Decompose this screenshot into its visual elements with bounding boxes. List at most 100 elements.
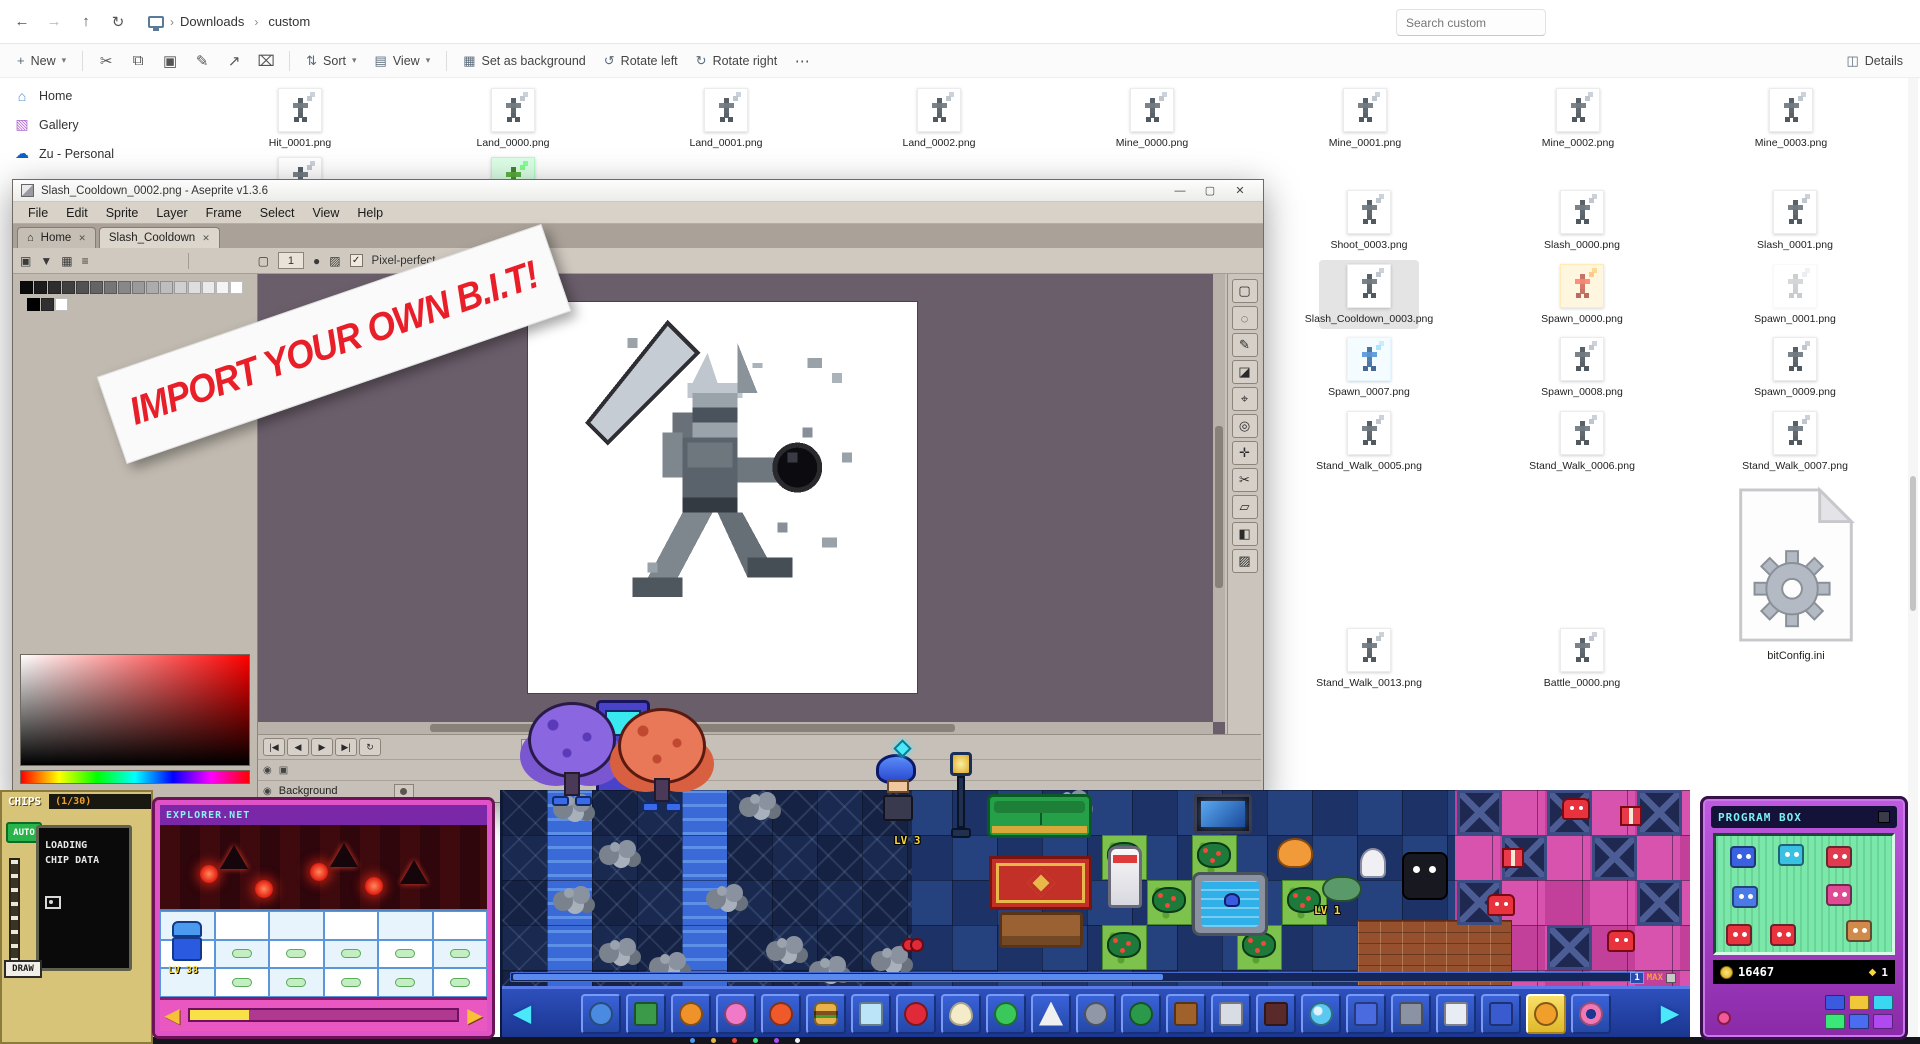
eye-icon[interactable]: ◉: [263, 765, 272, 776]
new-button[interactable]: + New ▾: [8, 48, 75, 73]
menu-select[interactable]: Select: [251, 204, 304, 222]
battle-left-arrow[interactable]: ◀: [160, 1003, 184, 1028]
file-item-slash-cooldown-0003-png[interactable]: Slash_Cooldown_0003.png: [1319, 260, 1419, 329]
palette-swatch[interactable]: [20, 281, 33, 294]
hotbar-slot-wood-crate[interactable]: [1166, 994, 1206, 1034]
lock-icon[interactable]: [1666, 973, 1676, 983]
rotate-right-button[interactable]: ↻ Rotate right: [687, 48, 787, 74]
file-item-spawn-0000-png[interactable]: Spawn_0000.png: [1532, 260, 1632, 329]
paste-button[interactable]: ▣: [154, 45, 186, 77]
taskbar[interactable]: [0, 1037, 1920, 1044]
program-box-menu-button[interactable]: [1878, 811, 1890, 823]
hotbar-slot-door[interactable]: [1211, 994, 1251, 1034]
file-item-stand-walk-0005-png[interactable]: Stand_Walk_0005.png: [1319, 407, 1419, 476]
close-icon[interactable]: ✕: [202, 233, 210, 244]
btn-blue2[interactable]: [1849, 1014, 1869, 1029]
hotbar-slot-peach[interactable]: [1526, 994, 1566, 1034]
game-map[interactable]: LV 3 LV 1 1 MAX ◀ ▶: [500, 790, 1690, 1038]
copy-button[interactable]: ⧉: [122, 45, 154, 77]
maximize-button[interactable]: ▢: [1195, 181, 1225, 201]
share-button[interactable]: ↗: [218, 45, 250, 77]
next-frame-button[interactable]: ▶|: [335, 738, 357, 756]
taskbar-app-icon[interactable]: [732, 1038, 737, 1043]
hotbar-slot-panel-gray[interactable]: [1391, 994, 1431, 1034]
lasso-tool-icon[interactable]: ◌: [1232, 306, 1258, 330]
palette-swatch[interactable]: [90, 281, 103, 294]
hotbar-slot-onigiri[interactable]: [1031, 994, 1071, 1034]
bucket-tool-icon[interactable]: ◧: [1232, 522, 1258, 546]
file-item-mine-0000-png[interactable]: Mine_0000.png: [1102, 84, 1202, 153]
btn-green[interactable]: [1825, 1014, 1845, 1029]
hotbar-slot-crate[interactable]: [626, 994, 666, 1034]
hotbar-slot-donut[interactable]: [1571, 994, 1611, 1034]
hotbar-slot-flower[interactable]: [716, 994, 756, 1034]
menu-edit[interactable]: Edit: [57, 204, 97, 222]
menu-view[interactable]: View: [304, 204, 349, 222]
tab-home[interactable]: ⌂Home✕: [17, 227, 96, 248]
brush-icon[interactable]: ●: [313, 254, 320, 268]
timeline-cel[interactable]: [394, 784, 414, 799]
palette-swatch[interactable]: [104, 281, 117, 294]
loop-button[interactable]: ↻: [359, 738, 381, 756]
layer-name[interactable]: Background: [279, 785, 387, 797]
hotbar-slot-cherry[interactable]: [896, 994, 936, 1034]
brush-size-input[interactable]: 1: [278, 252, 304, 269]
gradient-tool-icon[interactable]: ▨: [1232, 549, 1258, 573]
pixel-perfect-checkbox[interactable]: ✓: [350, 254, 363, 267]
scrollbar-thumb[interactable]: [513, 974, 1163, 980]
hotbar-slot-dark-block[interactable]: [1256, 994, 1296, 1034]
dither-icon[interactable]: ▨: [329, 254, 340, 268]
hotbar-slot-rock[interactable]: [1076, 994, 1116, 1034]
hotbar-slot-panel-blue[interactable]: [1346, 994, 1386, 1034]
menu-frame[interactable]: Frame: [197, 204, 251, 222]
sprite-artboard[interactable]: [528, 302, 917, 693]
file-item-hit-0001-png[interactable]: Hit_0001.png: [250, 84, 350, 153]
file-item-spawn-0009-png[interactable]: Spawn_0009.png: [1745, 333, 1845, 402]
file-item-spawn-0001-png[interactable]: Spawn_0001.png: [1745, 260, 1845, 329]
palette-swatch[interactable]: [132, 281, 145, 294]
taskbar-app-icon[interactable]: [711, 1038, 716, 1043]
palette-swatch[interactable]: [230, 281, 243, 294]
aseprite-titlebar[interactable]: Slash_Cooldown_0002.png - Aseprite v1.3.…: [13, 180, 1263, 202]
palette-swatch[interactable]: [146, 281, 159, 294]
cut-button[interactable]: ✂: [90, 45, 122, 77]
file-item-spawn-0007-png[interactable]: Spawn_0007.png: [1319, 333, 1419, 402]
breadcrumb-item-custom[interactable]: custom: [262, 11, 316, 32]
palette-swatch[interactable]: [174, 281, 187, 294]
tab-slash-cooldown[interactable]: Slash_Cooldown✕: [99, 227, 220, 248]
hotbar-slot-fire-fruit[interactable]: [761, 994, 801, 1034]
palette-swatch[interactable]: [34, 281, 47, 294]
hotbar-slot-orange[interactable]: [671, 994, 711, 1034]
set-as-background-button[interactable]: ▦ Set as background: [454, 48, 595, 74]
file-item-land-0001-png[interactable]: Land_0001.png: [676, 84, 776, 153]
file-item-stand-walk-0007-png[interactable]: Stand_Walk_0007.png: [1745, 407, 1845, 476]
prev-frame-button[interactable]: ◀: [287, 738, 309, 756]
hotbar-slot-egg[interactable]: [941, 994, 981, 1034]
sidebar-item-zu-personal[interactable]: ☁Zu - Personal: [0, 139, 185, 168]
eraser-tool-icon[interactable]: ◪: [1232, 360, 1258, 384]
hotbar-slot-plant[interactable]: [986, 994, 1026, 1034]
btn-yellow[interactable]: [1849, 995, 1869, 1010]
menu-help[interactable]: Help: [348, 204, 392, 222]
lock-icon[interactable]: ▣: [20, 254, 31, 268]
hotbar-slot-avatar[interactable]: [581, 994, 621, 1034]
palette-swatch[interactable]: [202, 281, 215, 294]
battle-right-arrow[interactable]: ▶: [463, 1003, 487, 1028]
taskbar-app-icon[interactable]: [690, 1038, 695, 1043]
file-item-bitconfig[interactable]: bitConfig.ini: [1730, 486, 1862, 662]
search-input[interactable]: Search custom: [1396, 9, 1546, 36]
palette-swatch[interactable]: [27, 298, 40, 311]
refresh-button[interactable]: ↻: [102, 6, 134, 38]
forward-button[interactable]: →: [38, 6, 70, 38]
taskbar-app-icon[interactable]: [774, 1038, 779, 1043]
file-item-land-0002-png[interactable]: Land_0002.png: [889, 84, 989, 153]
palette-swatch[interactable]: [41, 298, 54, 311]
canvas-hscrollbar[interactable]: [258, 722, 1213, 734]
program-box-pink-button[interactable]: [1717, 1011, 1731, 1025]
color-picker[interactable]: [20, 654, 250, 766]
up-button[interactable]: ↑: [70, 6, 102, 38]
file-item-shoot-0003-png[interactable]: Shoot_0003.png: [1319, 186, 1419, 255]
sidebar-item-home[interactable]: ⌂Home: [0, 82, 185, 110]
palette-swatch[interactable]: [118, 281, 131, 294]
palette-swatch[interactable]: [76, 281, 89, 294]
